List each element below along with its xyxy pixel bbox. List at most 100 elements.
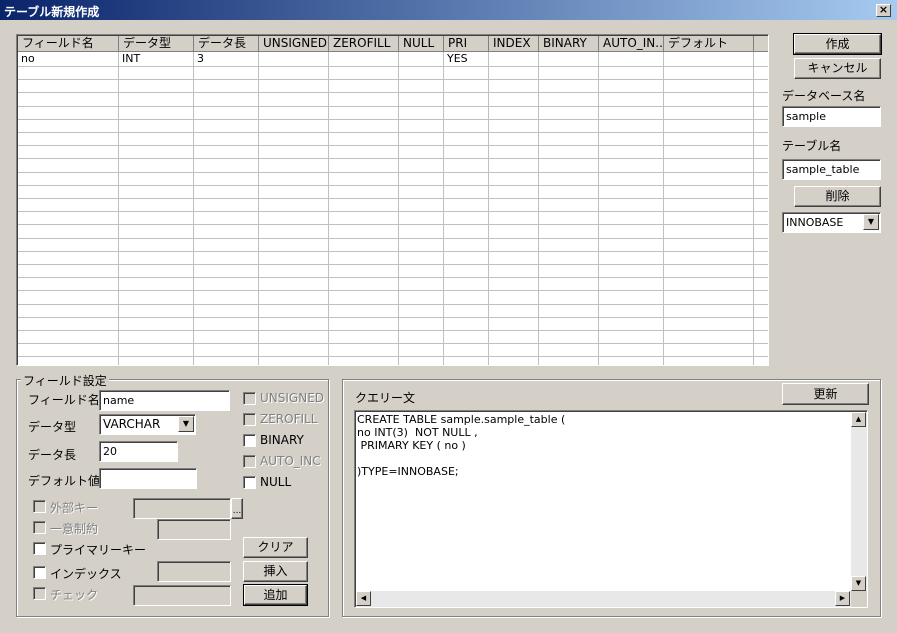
- table-name-field[interactable]: sample_table: [782, 159, 881, 180]
- column-header[interactable]: フィールド名: [18, 36, 119, 52]
- query-label: クエリー文: [355, 391, 416, 405]
- cell-pri[interactable]: YES: [444, 52, 468, 66]
- foreign-key-input[interactable]: [133, 498, 231, 519]
- delete-button[interactable]: 削除: [794, 186, 881, 207]
- index-checkbox[interactable]: [33, 566, 46, 579]
- close-button[interactable]: ×: [876, 4, 891, 17]
- scroll-up-icon[interactable]: ▲: [851, 412, 866, 427]
- column-header[interactable]: NULL: [399, 36, 444, 52]
- grid-row-line: [18, 92, 768, 93]
- grid-row-line: [18, 224, 768, 225]
- grid-row-line: [18, 290, 768, 291]
- query-line: )TYPE=INNOBASE;: [357, 465, 459, 478]
- grid-row-line: [18, 356, 768, 357]
- null-checkbox[interactable]: [243, 476, 256, 489]
- horizontal-scrollbar[interactable]: ◀ ▶: [356, 591, 851, 607]
- zerofill-label: ZEROFILL: [260, 412, 318, 426]
- chevron-down-icon[interactable]: ▼: [863, 214, 879, 230]
- check-checkbox[interactable]: [33, 587, 46, 600]
- check-input[interactable]: [133, 585, 231, 606]
- database-name-field[interactable]: sample: [782, 106, 881, 127]
- primary-key-checkbox[interactable]: [33, 542, 46, 555]
- auto-inc-checkbox[interactable]: [243, 455, 256, 468]
- data-type-select[interactable]: VARCHAR ▼: [99, 414, 196, 435]
- grid-row-line: [18, 66, 768, 67]
- query-line: no INT(3) NOT NULL ,: [357, 426, 478, 439]
- grid-row-line: [18, 106, 768, 107]
- column-header[interactable]: BINARY: [539, 36, 599, 52]
- update-button[interactable]: 更新: [782, 383, 869, 405]
- cancel-button[interactable]: キャンセル: [794, 58, 881, 79]
- grid-row-line: [18, 317, 768, 318]
- window-title: テーブル新規作成: [4, 5, 100, 19]
- query-line: PRIMARY KEY ( no ): [357, 439, 466, 452]
- index-label: インデックス: [50, 567, 122, 581]
- foreign-key-label: 外部キー: [50, 501, 99, 515]
- column-header[interactable]: デフォルト: [664, 36, 754, 52]
- foreign-key-checkbox[interactable]: [33, 500, 46, 513]
- field-name-input[interactable]: name: [99, 390, 230, 411]
- grid-row-line: [18, 198, 768, 199]
- grid-row-line: [18, 343, 768, 344]
- primary-key-label: プライマリーキー: [50, 543, 147, 557]
- cell-field-name[interactable]: no: [18, 52, 35, 66]
- data-type-value: VARCHAR: [103, 417, 161, 431]
- grid-row-line: [18, 238, 768, 239]
- unique-input[interactable]: [157, 519, 231, 540]
- data-length-input[interactable]: 20: [99, 441, 178, 462]
- unique-checkbox[interactable]: [33, 521, 46, 534]
- column-header[interactable]: PRI: [444, 36, 489, 52]
- binary-checkbox[interactable]: [243, 434, 256, 447]
- grid-row-line: [18, 145, 768, 146]
- column-header[interactable]: UNSIGNED: [259, 36, 329, 52]
- engine-select[interactable]: INNOBASE ▼: [782, 212, 881, 233]
- check-label: チェック: [50, 588, 99, 602]
- default-value-input[interactable]: [99, 468, 197, 489]
- grid-row-line: [18, 185, 768, 186]
- query-textarea[interactable]: CREATE TABLE sample.sample_table ( no IN…: [354, 410, 868, 608]
- foreign-key-browse-button[interactable]: ...: [231, 498, 243, 519]
- data-length-label: データ長: [28, 448, 77, 462]
- vertical-scrollbar[interactable]: ▲ ▼: [851, 412, 867, 592]
- default-value-label: デフォルト値: [28, 474, 101, 488]
- grid-row-line: [18, 158, 768, 159]
- engine-select-value: INNOBASE: [786, 216, 844, 229]
- insert-button[interactable]: 挿入: [243, 561, 308, 582]
- data-type-label: データ型: [28, 420, 77, 434]
- chevron-down-icon[interactable]: ▼: [178, 416, 194, 432]
- column-header[interactable]: AUTO_IN...: [599, 36, 664, 52]
- database-name-label: データベース名: [782, 89, 866, 103]
- column-header[interactable]: データ長: [194, 36, 259, 52]
- title-bar: テーブル新規作成 ×: [0, 0, 897, 20]
- add-button[interactable]: 追加: [243, 584, 308, 606]
- grid-row-line: [18, 119, 768, 120]
- grid-row-line: [18, 264, 768, 265]
- cell-data-type[interactable]: INT: [119, 52, 140, 66]
- grid-row-line: [18, 132, 768, 133]
- scroll-right-icon[interactable]: ▶: [835, 591, 850, 606]
- binary-label: BINARY: [260, 433, 304, 447]
- cell-data-length[interactable]: 3: [194, 52, 204, 66]
- create-button[interactable]: 作成: [793, 33, 882, 55]
- unsigned-checkbox[interactable]: [243, 392, 256, 405]
- null-label: NULL: [260, 475, 292, 489]
- grid-row-line: [18, 79, 768, 80]
- scroll-down-icon[interactable]: ▼: [851, 576, 866, 591]
- table-name-label: テーブル名: [782, 139, 842, 153]
- auto-inc-label: AUTO_INC: [260, 454, 321, 468]
- scroll-left-icon[interactable]: ◀: [356, 591, 371, 606]
- grid-row-line: [18, 330, 768, 331]
- grid-row-line: [18, 211, 768, 212]
- column-header[interactable]: ZEROFILL: [329, 36, 399, 52]
- column-header[interactable]: INDEX: [489, 36, 539, 52]
- column-header[interactable]: データ型: [119, 36, 194, 52]
- column-header-filler: [754, 36, 768, 52]
- grid-row-line: [18, 304, 768, 305]
- clear-button[interactable]: クリア: [243, 537, 308, 558]
- field-name-label: フィールド名: [28, 393, 100, 407]
- zerofill-checkbox[interactable]: [243, 413, 256, 426]
- index-input[interactable]: [157, 561, 231, 582]
- field-settings-legend: フィールド設定: [21, 372, 109, 389]
- query-line: CREATE TABLE sample.sample_table (: [357, 413, 566, 426]
- fields-grid[interactable]: フィールド名 データ型 データ長 UNSIGNED ZEROFILL NULL …: [16, 34, 769, 366]
